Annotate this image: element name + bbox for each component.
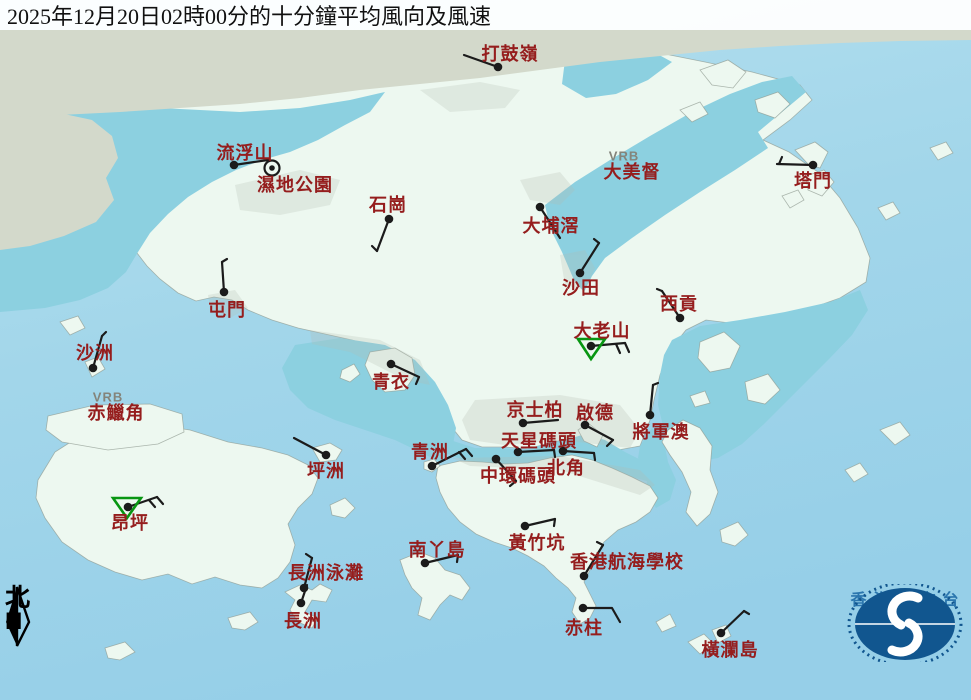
wind-barb-sea-school — [580, 542, 603, 580]
wind-barb-green-island — [428, 449, 472, 470]
wind-barb-ngong-ping — [113, 497, 163, 518]
wind-barb-kai-tak — [581, 421, 613, 446]
wind-barb-tseung-kwan-o — [646, 383, 658, 419]
wind-barb-star-ferry-pier — [514, 448, 555, 457]
wind-barb-sha-tin — [576, 239, 599, 277]
wind-barb-lamma-island — [421, 555, 458, 567]
hko-logo-icon — [838, 584, 971, 662]
wind-barb-wetland-park — [265, 161, 280, 176]
north-compass: 北 N — [2, 586, 42, 633]
wind-barb-tap-mun — [777, 157, 817, 169]
wind-barbs-layer — [0, 0, 971, 700]
wind-barb-central-pier — [492, 455, 516, 486]
north-arrow-icon — [2, 586, 38, 650]
wind-barb-shek-kong — [372, 215, 393, 251]
title-bar: 2025年12月20日02時00分的十分鐘平均風向及風速 — [0, 0, 971, 30]
wind-barb-tai-po-kau — [536, 203, 560, 238]
wind-barb-ta-kwu-ling — [464, 55, 502, 71]
wind-barb-kings-park — [519, 419, 558, 428]
wind-barb-waglan-island — [717, 611, 749, 637]
wind-barb-north-point — [559, 447, 595, 460]
wind-barb-tsing-yi — [387, 360, 419, 384]
wind-map-page: 打鼓嶺流浮山濕地公園石崗大埔滘大美督VRB塔門屯門沙田西貢沙洲赤鱲角VRB青衣青… — [0, 0, 971, 700]
wind-barb-sai-kung — [657, 289, 684, 322]
wind-barb-wong-chuk-hang — [521, 519, 555, 530]
page-title: 2025年12月20日02時00分的十分鐘平均風向及風速 — [0, 0, 491, 31]
wind-barb-tates-cairn — [578, 339, 629, 359]
wind-barb-sha-chau — [89, 332, 106, 372]
hko-logo: 香港天文台 HONG KONG OBSERVATORY — [838, 584, 971, 632]
wind-barb-stanley — [579, 604, 620, 622]
wind-barb-tuen-mun — [220, 259, 229, 296]
wind-barb-peng-chau — [294, 438, 330, 459]
wind-barb-lau-fau-shan — [230, 160, 268, 169]
